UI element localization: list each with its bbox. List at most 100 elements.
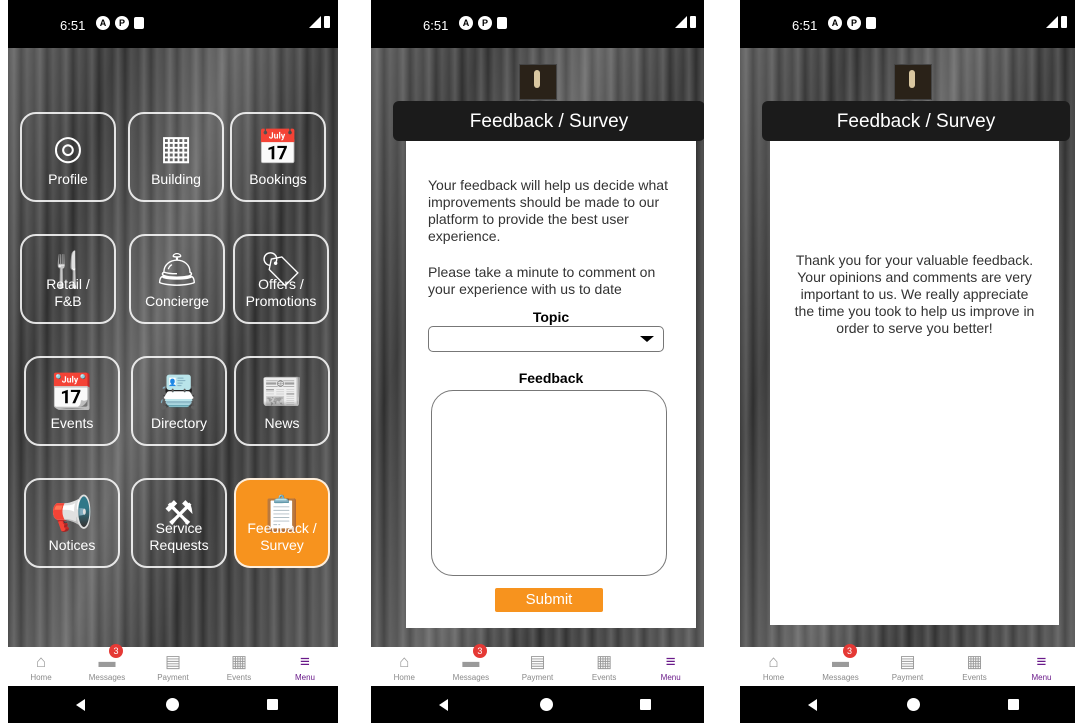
tab-label: Messages — [88, 673, 126, 682]
tab-events[interactable]: ▦ Events — [209, 647, 269, 683]
home-icon: ⌂ — [768, 652, 779, 671]
tab-messages[interactable]: ▬ Messages 3 — [441, 644, 501, 682]
back-icon[interactable] — [439, 699, 448, 711]
menu-tile-label: Retail / F&B — [46, 276, 90, 309]
topic-label: Topic — [532, 309, 570, 325]
battery-icon — [1061, 16, 1067, 28]
menu-tile-label: Feedback / Survey — [247, 520, 317, 553]
home-circle-icon[interactable] — [907, 698, 920, 711]
payment-icon: ▤ — [529, 652, 546, 671]
tab-payment[interactable]: ▤ Payment — [878, 647, 938, 683]
notification-icon: A — [96, 16, 110, 30]
calendar-clock-icon: 📅 — [256, 129, 300, 167]
status-notification-icons: A P — [96, 16, 144, 30]
status-time: 6:51 — [60, 18, 86, 33]
recents-icon[interactable] — [267, 699, 278, 710]
tab-label: Home — [393, 673, 415, 682]
tab-payment[interactable]: ▤ Payment — [508, 647, 568, 683]
tab-menu[interactable]: ≡ Menu — [641, 647, 701, 683]
feedback-textarea[interactable] — [431, 390, 667, 576]
calendar-star-icon: 📆 — [50, 373, 94, 411]
menu-tile-offers-promotions[interactable]: 🏷 Offers / Promotions — [233, 234, 329, 324]
chat-icon: ▬ — [98, 652, 116, 671]
tab-label: Messages — [452, 673, 490, 682]
tab-label: Events — [591, 673, 617, 682]
tab-home[interactable]: ⌂ Home — [374, 647, 434, 683]
menu-tile-retail-f-b[interactable]: 🍴 Retail / F&B — [20, 234, 116, 324]
building-icon: ▦ — [159, 129, 193, 167]
menu-tile-profile[interactable]: ◎ Profile — [20, 112, 116, 202]
back-icon[interactable] — [76, 699, 85, 711]
menu-tile-building[interactable]: ▦ Building — [128, 112, 224, 202]
thank-you-message: Thank you for your valuable feedback. Yo… — [794, 252, 1035, 336]
chat-icon: ▬ — [832, 652, 849, 671]
tab-home[interactable]: ⌂ Home — [744, 647, 804, 683]
tab-messages[interactable]: ▬ Messages 3 — [811, 644, 871, 682]
tab-label: Menu — [660, 673, 681, 682]
tab-events[interactable]: ▦ Events — [574, 647, 634, 683]
feedback-screen: 6:51 A P Feedback / Survey Your feedback… — [371, 0, 704, 723]
signal-icon — [309, 16, 321, 28]
thanks-screen: 6:51 A P Feedback / Survey Thank you for… — [740, 0, 1075, 723]
newspaper-icon: 📰 — [260, 373, 304, 411]
topic-select[interactable] — [428, 326, 664, 352]
back-icon[interactable] — [808, 699, 817, 711]
status-notification-icons: A P — [459, 16, 507, 30]
status-right — [309, 16, 330, 28]
hamburger-menu-icon: ≡ — [300, 652, 310, 671]
tab-events[interactable]: ▦ Events — [945, 647, 1005, 683]
tab-label: Messages — [822, 673, 859, 682]
home-circle-icon[interactable] — [166, 698, 179, 711]
unread-badge: 3 — [109, 644, 123, 658]
status-bar: 6:51 A P — [740, 0, 1075, 48]
tab-menu[interactable]: ≡ Menu — [275, 647, 335, 683]
tab-payment[interactable]: ▤ Payment — [143, 647, 203, 683]
recents-icon[interactable] — [1008, 699, 1019, 710]
menu-tile-directory[interactable]: 📇 Directory — [131, 356, 227, 446]
brand-logo — [518, 64, 557, 100]
logo-mark — [533, 70, 540, 88]
tab-label: Events — [226, 673, 252, 682]
tab-label: Menu — [294, 673, 315, 682]
megaphone-icon: 📢 — [50, 495, 94, 533]
feedback-label: Feedback — [518, 370, 584, 386]
page-header: Feedback / Survey — [393, 101, 704, 141]
tab-home[interactable]: ⌂ Home — [11, 647, 71, 683]
submit-button[interactable]: Submit — [495, 588, 603, 612]
menu-screen: 6:51 A P ◎ Profile ▦ Building 📅 Bookings 🍴 Reta… — [8, 0, 338, 723]
menu-tile-label: Offers / Promotions — [245, 276, 317, 309]
tab-label: Events — [962, 673, 987, 682]
menu-tile-bookings[interactable]: 📅 Bookings — [230, 112, 326, 202]
menu-tile-events[interactable]: 📆 Events — [24, 356, 120, 446]
hamburger-menu-icon: ≡ — [1036, 652, 1047, 671]
menu-tile-label: Events — [50, 415, 94, 431]
signal-icon — [675, 16, 687, 28]
chat-icon: ▬ — [462, 652, 480, 671]
menu-tile-label: Bookings — [249, 171, 307, 187]
menu-tile-feedback-survey[interactable]: 📋 Feedback / Survey — [234, 478, 330, 568]
sd-card-icon — [134, 17, 144, 29]
person-circle-icon: ◎ — [53, 129, 83, 167]
unread-badge: 3 — [842, 644, 857, 658]
menu-tile-label: Profile — [48, 171, 88, 187]
calendar-icon: ▦ — [596, 652, 613, 671]
brand-logo — [894, 64, 932, 100]
menu-tile-concierge[interactable]: 🛎 Concierge — [129, 234, 225, 324]
menu-tile-notices[interactable]: 📢 Notices — [24, 478, 120, 568]
battery-icon — [324, 16, 330, 28]
signal-icon — [1046, 16, 1058, 28]
logo-mark — [909, 70, 915, 88]
intro-text-2: Please take a minute to comment on your … — [428, 264, 656, 297]
menu-tile-news[interactable]: 📰 News — [234, 356, 330, 446]
calendar-icon: ▦ — [230, 652, 248, 671]
status-notification-icons: A P — [828, 16, 876, 30]
bottom-tab-bar: ⌂ Home ▬ Messages 3 ▤ Payment ▦ Events ≡ Menu — [8, 644, 338, 686]
home-circle-icon[interactable] — [540, 698, 553, 711]
dropdown-arrow-icon — [640, 336, 654, 342]
recents-icon[interactable] — [640, 699, 651, 710]
tab-menu[interactable]: ≡ Menu — [1012, 647, 1072, 683]
tab-messages[interactable]: ▬ Messages 3 — [77, 644, 137, 682]
menu-tile-label: News — [264, 415, 300, 431]
menu-tile-label: Concierge — [145, 293, 209, 309]
menu-tile-service-requests[interactable]: ⚒ Service Requests — [131, 478, 227, 568]
